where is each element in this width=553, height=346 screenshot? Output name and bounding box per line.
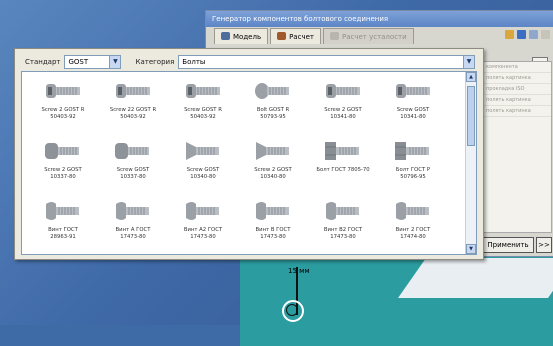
scroll-down-icon[interactable]: ▼ [466, 244, 476, 254]
tab-model-label: Модель [233, 33, 262, 41]
bolt-pan-head-icon [255, 83, 289, 99]
fastener-item[interactable]: Болт ГОСТ Р 50796-95 [378, 132, 448, 192]
bolt-hex-head-icon [325, 142, 359, 160]
screw-hex-socket-icon [46, 84, 80, 98]
tab-bar: Модель Расчет Расчет усталости [214, 28, 414, 44]
category-label: Категория [135, 58, 175, 66]
dimension-label: 15 мм [288, 267, 310, 275]
scroll-thumb[interactable] [467, 86, 475, 146]
component-list-panel: компонента полять картинка прокладка ISO… [482, 61, 552, 233]
fastener-item[interactable]: Винт В2 ГОСТ 17473-80 [308, 192, 378, 252]
toolbar-icons [505, 30, 550, 39]
bolt-hex-head-icon [395, 142, 429, 160]
tab-calculation-label: Расчет [289, 33, 314, 41]
formula-toolbar-icon[interactable] [541, 30, 550, 39]
fastener-item[interactable]: Винт В ГОСТ 17473-80 [238, 192, 308, 252]
screw-pan-head-icon [396, 202, 429, 220]
screw-hex-socket-icon [326, 84, 360, 98]
screw-pan-head-icon [186, 202, 219, 220]
standard-label: Стандарт [25, 58, 61, 66]
fastener-label: Bolt GOST R 50793-95 [256, 107, 290, 120]
fastener-item[interactable]: Screw 22 GOST R 50403-92 [98, 72, 168, 132]
tab-fatigue-label: Расчет усталости [341, 33, 407, 41]
fastener-item[interactable]: Screw GOST 10337-80 [98, 132, 168, 192]
fastener-label: Screw GOST 10341-80 [396, 107, 430, 120]
fastener-label: Screw 2 GOST 10337-80 [44, 167, 82, 180]
cad-part-bright-face [397, 258, 553, 298]
fastener-label: Screw 2 GOST R 50403-92 [41, 107, 85, 120]
fastener-label: Винт А2 ГОСТ 17473-80 [183, 227, 223, 240]
fastener-item[interactable]: Винт 2 ГОСТ 17474-80 [378, 192, 448, 252]
settings-icon[interactable] [529, 30, 538, 39]
category-select[interactable]: Болты ▼ [178, 55, 475, 69]
apply-button[interactable]: Применить [482, 237, 534, 253]
fastener-item[interactable]: Screw GOST 10341-80 [378, 72, 448, 132]
screw-pan-head-icon [116, 202, 149, 220]
panel-item[interactable]: компонента [483, 62, 551, 73]
screw-cap-head-icon [45, 143, 79, 159]
fastener-label: Screw 2 GOST 10341-80 [324, 107, 362, 120]
screw-pan-head-icon [46, 202, 79, 220]
standard-value: GOST [68, 58, 89, 66]
panel-item[interactable]: полять картинка [483, 106, 551, 117]
fastener-label: Винт 2 ГОСТ 17474-80 [395, 227, 431, 240]
screw-pan-head-icon [256, 202, 289, 220]
category-value: Болты [182, 58, 206, 66]
open-folder-icon[interactable] [505, 30, 514, 39]
expand-button[interactable]: >> [536, 237, 552, 253]
screw-hex-socket-icon [186, 84, 220, 98]
panel-item[interactable]: полять картинка [483, 95, 551, 106]
fastener-label: Screw GOST 10337-80 [116, 167, 150, 180]
fastener-item[interactable]: Винт ГОСТ 28963-91 [28, 192, 98, 252]
screw-hex-socket-icon [396, 84, 430, 98]
formula-icon [277, 32, 287, 40]
save-icon[interactable] [517, 30, 526, 39]
fastener-label: Болт ГОСТ 7805-70 [316, 167, 370, 173]
fastener-item[interactable]: Screw GOST 10340-80 [168, 132, 238, 192]
fastener-label: Болт ГОСТ Р 50796-95 [395, 167, 431, 180]
fastener-label: Винт В2 ГОСТ 17473-80 [323, 227, 363, 240]
fastener-label: Screw GOST 10340-80 [186, 167, 220, 180]
gallery-scrollbar[interactable]: ▲ ▼ [465, 72, 476, 254]
fastener-item[interactable]: Винт А2 ГОСТ 17473-80 [168, 192, 238, 252]
standard-select[interactable]: GOST ▼ [64, 55, 122, 69]
fastener-label: Винт В ГОСТ 17473-80 [255, 227, 291, 240]
panel-item[interactable]: прокладка ISO [483, 84, 551, 95]
fastener-label: Винт А ГОСТ 17473-80 [115, 227, 151, 240]
fastener-gallery: Screw 2 GOST R 50403-92 Screw 22 GOST R 5… [21, 71, 477, 255]
screw-pan-head-icon [326, 202, 359, 220]
tab-model[interactable]: Модель [214, 28, 269, 44]
fastener-item[interactable]: Винт А ГОСТ 17473-80 [98, 192, 168, 252]
tab-fatigue[interactable]: Расчет усталости [322, 28, 414, 44]
filter-bar: Стандарт GOST ▼ Категория Болты ▼ [25, 55, 475, 69]
screw-countersunk-icon [256, 142, 289, 160]
fastener-item[interactable]: Screw GOST R 50403-92 [168, 72, 238, 132]
hole-inner-marker [286, 304, 298, 316]
fastener-label: Screw 2 GOST 10340-80 [254, 167, 292, 180]
chevron-down-icon[interactable]: ▼ [463, 56, 474, 68]
fastener-label: Винт ГОСТ 28963-91 [48, 227, 78, 240]
screw-cap-head-icon [115, 143, 149, 159]
fastener-grid: Screw 2 GOST R 50403-92 Screw 22 GOST R 5… [22, 72, 468, 252]
scroll-up-icon[interactable]: ▲ [466, 72, 476, 82]
fastener-picker-dialog: Стандарт GOST ▼ Категория Болты ▼ Screw … [14, 48, 484, 260]
fastener-item[interactable]: Screw 2 GOST R 50403-92 [28, 72, 98, 132]
tab-calculation[interactable]: Расчет [270, 28, 321, 44]
fastener-item[interactable]: Screw 2 GOST 10340-80 [238, 132, 308, 192]
window-title: Генератор компонентов болтового соединен… [206, 11, 553, 27]
panel-item[interactable]: полять картинка [483, 73, 551, 84]
model-icon [221, 32, 230, 40]
fastener-label: Screw GOST R 50403-92 [184, 107, 222, 120]
fastener-item[interactable]: Screw 2 GOST 10341-80 [308, 72, 378, 132]
chart-icon [329, 32, 339, 40]
chevron-down-icon[interactable]: ▼ [109, 56, 121, 68]
fastener-item[interactable]: Screw 2 GOST 10337-80 [28, 132, 98, 192]
screw-countersunk-icon [186, 142, 219, 160]
fastener-label: Screw 22 GOST R 50403-92 [109, 107, 157, 120]
fastener-item[interactable]: Болт ГОСТ 7805-70 [308, 132, 378, 192]
screw-hex-socket-icon [116, 84, 150, 98]
fastener-item[interactable]: Bolt GOST R 50793-95 [238, 72, 308, 132]
